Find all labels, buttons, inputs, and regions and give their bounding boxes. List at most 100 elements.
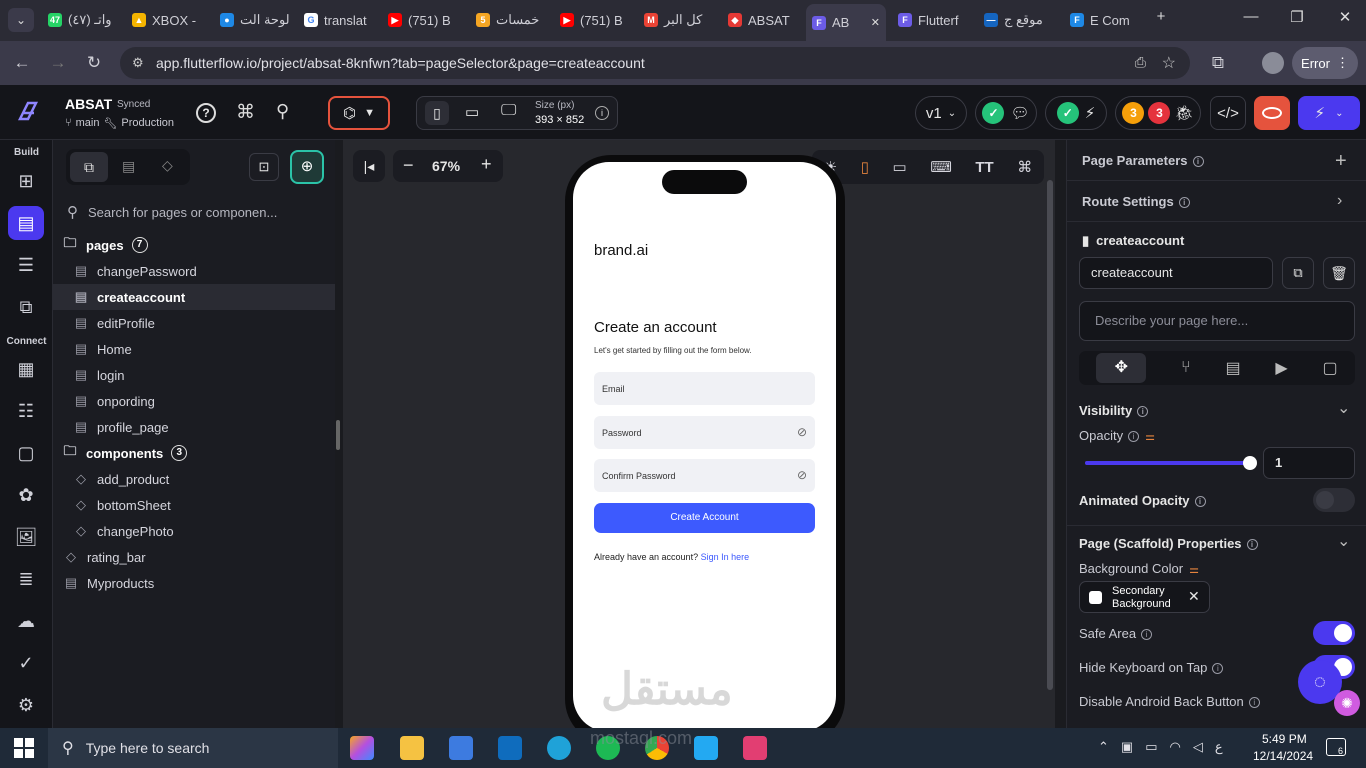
media-assets-icon[interactable]: 🖼︎ [13,524,39,550]
ai-assistant-icon[interactable]: ✺ [1334,690,1360,716]
text-scale-icon[interactable]: TT [975,159,993,176]
tree-component-item[interactable]: ◇ add_product [53,466,335,492]
version-selector[interactable]: v1 ⌄ [915,96,967,130]
zoom-out-icon[interactable]: − [403,155,414,176]
custom-code-icon[interactable]: ≣ [13,566,39,592]
api-calls-icon[interactable]: ▢ [13,440,39,466]
zoom-in-icon[interactable]: + [481,154,492,175]
wifi-icon[interactable]: ◠ [1170,739,1181,755]
vscode-icon[interactable] [694,736,718,760]
widget-palette-button[interactable]: ⌬ ▼ [328,96,390,130]
code-view-button[interactable]: </> [1210,96,1246,130]
error-button[interactable]: Error ⋮ [1292,47,1358,79]
install-app-icon[interactable]: ⎙ [1135,54,1146,71]
notification-center-icon[interactable]: 6 [1326,738,1346,756]
chevron-up-icon[interactable]: ⌃ [1098,739,1109,755]
tree-page-item[interactable]: ▤ profile_page [53,414,335,440]
settings-icon[interactable]: ⚙ [13,692,39,718]
data-types-icon[interactable]: ☷ [13,398,39,424]
meet-now-icon[interactable]: ▣ [1121,739,1133,755]
add-parameter-icon[interactable]: + [1335,150,1347,173]
url-field[interactable]: ⚙ app.flutterflow.io/project/absat-8knfw… [120,47,1190,79]
sign-in-link[interactable]: Sign In here [701,552,750,562]
new-folder-button[interactable]: ⊡ [249,153,279,181]
delete-page-button[interactable]: 🗑︎ [1323,257,1355,289]
copilot-icon[interactable] [350,736,374,760]
tree-component-item[interactable]: ◇ bottomSheet [53,492,335,518]
layout-icon[interactable]: ⌘ [1017,158,1032,176]
tree-page-item[interactable]: ▤ Home [53,336,335,362]
page-name-input[interactable]: createaccount [1079,257,1273,289]
back-icon[interactable]: ← [12,53,32,73]
browser-tab[interactable]: F AB ✕ [806,4,886,41]
clock-time[interactable]: 5:49 PM [1262,732,1307,746]
input-language[interactable]: ع [1215,739,1223,755]
email-field[interactable]: Email [594,372,815,405]
browser-tab[interactable]: — موقع ج [978,6,1058,34]
command-icon[interactable]: ⌘ [236,101,255,124]
panel-resize-handle[interactable] [336,420,340,450]
pages-tab-icon[interactable]: ⧉ [70,152,108,182]
pages-folder[interactable]: 🗀︎ pages 7 [62,232,148,258]
extensions-icon[interactable]: ⧉ [1208,53,1228,73]
keyboard-icon[interactable]: ⌨ [930,158,952,176]
browser-tab[interactable]: 47 (٤٧) واتـ [42,6,122,34]
browser-tab[interactable]: ● لوحة الت [214,6,294,34]
state-tab-icon[interactable]: ▢ [1322,358,1337,378]
scaffold-section[interactable]: Page (Scaffold) Properties i [1079,536,1258,551]
password-field[interactable]: Password ⊘ [594,416,815,449]
taskbar-search[interactable]: ⚲ Type here to search [48,728,338,768]
page-description-input[interactable]: Describe your page here... [1079,301,1355,341]
volume-icon[interactable]: ◁ [1193,739,1203,755]
visibility-off-icon[interactable]: ⊘ [797,425,807,439]
browser-tab[interactable]: 5 خمسات [470,6,550,34]
add-page-button[interactable]: ⊕ [290,150,324,184]
search-icon[interactable]: ⚲ [276,101,289,122]
components-folder[interactable]: 🗀︎ components 3 [62,440,188,466]
browser-tab[interactable]: ▶ (751) B [554,6,634,34]
browser-tab[interactable]: F Flutterf [892,6,972,34]
clock-date[interactable]: 12/14/2024 [1253,749,1313,763]
set-from-variable-icon[interactable]: ⚌ [1189,564,1199,576]
confirm-password-field[interactable]: Confirm Password ⊘ [594,459,815,492]
add-widget-icon[interactable]: ⊞ [13,168,39,194]
components-tab-icon[interactable]: ◇ [162,157,173,174]
file-explorer-icon[interactable] [400,736,424,760]
browser-tab[interactable]: ▶ (751) B [382,6,466,34]
restore-icon[interactable]: ❐ [1282,8,1312,26]
reload-icon[interactable]: ↻ [84,53,104,73]
browser-tab[interactable]: ◆ ABSAT [722,6,802,34]
issues-button[interactable]: 3 3 🐞︎ [1115,96,1201,130]
phone-device-icon[interactable]: ▯ [425,101,449,125]
tree-page-item[interactable]: ▤ login [53,362,335,388]
help-icon[interactable]: ? [196,103,216,123]
tree-page-item[interactable]: ▤ onpording [53,388,335,414]
visibility-section[interactable]: Visibility i [1079,403,1149,418]
opacity-slider[interactable] [1085,456,1257,470]
tree-page-item[interactable]: ▤ changePassword [53,258,335,284]
chevron-right-icon[interactable]: › [1337,192,1342,210]
browser-tab[interactable]: Gtranslat [298,6,378,34]
tree-search[interactable]: ⚲ Search for pages or componen... [53,198,335,226]
route-settings-section[interactable]: Route Settings i [1082,194,1190,209]
background-color-picker[interactable]: Secondary Background ✕ [1079,581,1210,613]
properties-tab-icon[interactable]: ✥ [1096,353,1147,383]
bookmark-star-icon[interactable]: ☆ [1162,53,1176,73]
tab-list-dropdown[interactable]: ⌄ [8,8,34,32]
site-info-icon[interactable]: ⚙ [132,55,144,71]
firestore-icon[interactable]: ▦ [13,356,39,382]
run-button[interactable]: ⚡︎ ⌄ [1298,96,1360,130]
close-tab-icon[interactable]: ✕ [871,16,880,29]
forward-icon[interactable]: → [48,53,68,73]
browser-tab[interactable]: M كل البر [638,6,718,34]
windows-start-icon[interactable] [14,738,34,758]
cloud-functions-icon[interactable]: ☁ [13,608,39,634]
close-window-icon[interactable]: ✕ [1330,8,1360,26]
check-actions-button[interactable]: ✓ ⚡︎ [1045,96,1107,130]
clear-color-icon[interactable]: ✕ [1188,588,1200,605]
tablet-device-icon[interactable]: ▭ [465,103,479,121]
widget-tree-icon[interactable]: ☰ [13,252,39,278]
tree-item[interactable]: ▤ Myproducts [53,570,335,596]
backend-query-tab-icon[interactable]: ▤ [1226,358,1241,378]
outlook-icon[interactable] [498,736,522,760]
